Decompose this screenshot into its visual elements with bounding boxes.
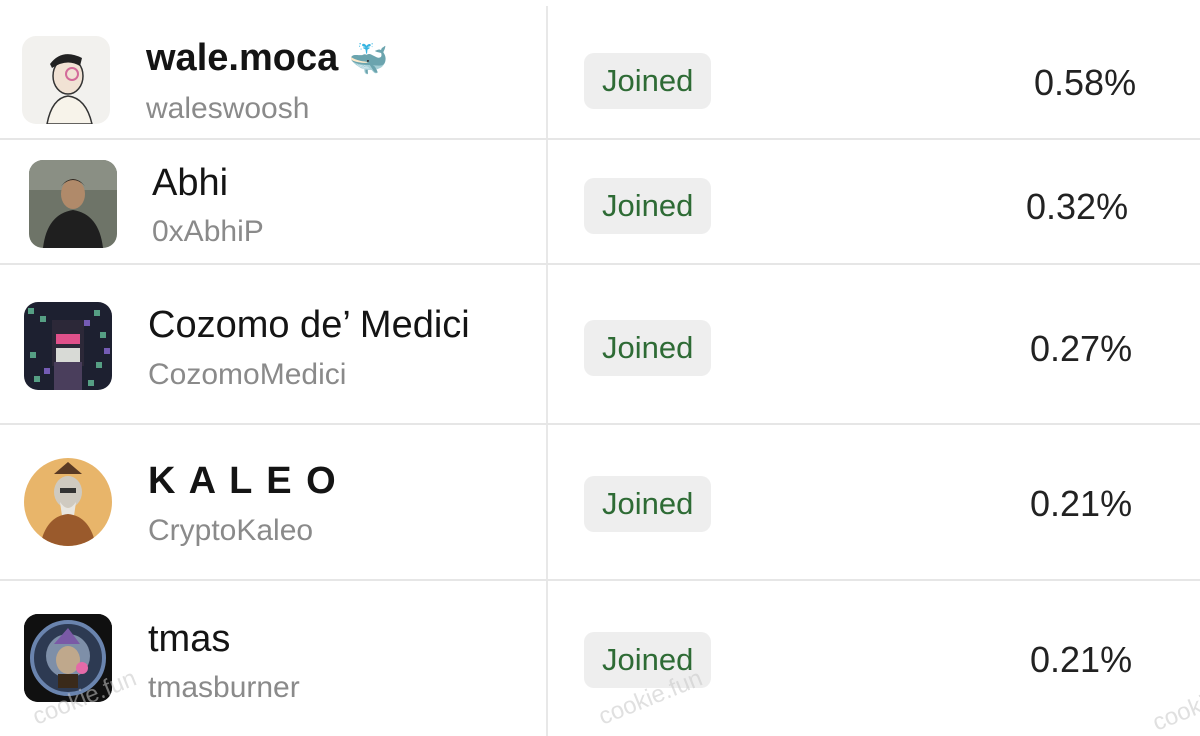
display-name: Abhi [152, 162, 229, 204]
column-divider [546, 581, 548, 736]
table-row[interactable]: wale.moca 🐳 waleswoosh Joined 0.58% [0, 0, 1200, 140]
whale-icon: 🐳 [348, 41, 389, 77]
table-row[interactable]: K A L E O CryptoKaleo Joined 0.21% [0, 425, 1200, 581]
avatar [29, 160, 117, 248]
display-name: K A L E O [148, 460, 338, 502]
status-badge: Joined [584, 320, 712, 376]
status-badge: Joined [584, 178, 712, 234]
column-divider [546, 265, 548, 423]
avatar [24, 302, 112, 390]
table-row[interactable]: Cozomo de’ Medici CozomoMedici Joined 0.… [0, 265, 1200, 425]
status-badge: Joined [584, 476, 712, 532]
share-percentage: 0.58% [1034, 62, 1137, 103]
handle: waleswoosh [146, 92, 310, 125]
share-percentage: 0.21% [1030, 483, 1133, 524]
column-divider [546, 140, 548, 263]
display-name: Cozomo de’ Medici [148, 304, 470, 346]
avatar [22, 36, 110, 124]
handle: tmasburner [148, 671, 300, 704]
status-badge: Joined [584, 53, 712, 109]
column-divider [546, 6, 548, 138]
avatar [24, 458, 112, 546]
share-percentage: 0.27% [1030, 328, 1133, 369]
share-percentage: 0.21% [1030, 639, 1133, 680]
column-divider [546, 425, 548, 579]
share-percentage: 0.32% [1026, 186, 1129, 227]
display-name: tmas [148, 618, 231, 660]
leaderboard-table: wale.moca 🐳 waleswoosh Joined 0.58% Abhi… [0, 0, 1200, 736]
table-row[interactable]: Abhi 0xAbhiP Joined 0.32% [0, 140, 1200, 265]
handle: CryptoKaleo [148, 514, 314, 547]
display-name: wale.moca 🐳 [146, 37, 389, 79]
handle: 0xAbhiP [152, 215, 264, 248]
handle: CozomoMedici [148, 358, 347, 391]
